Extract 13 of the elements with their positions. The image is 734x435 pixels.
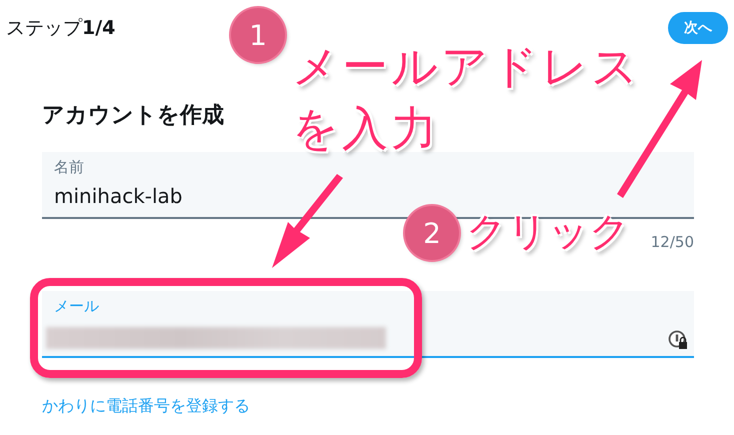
character-counter: 12/50: [650, 233, 694, 251]
field-label: メール: [54, 297, 100, 317]
field-value: minihack-lab: [54, 184, 184, 208]
next-button[interactable]: 次へ: [668, 12, 728, 44]
phone-link[interactable]: かわりに電話番号を登録する: [42, 396, 250, 417]
step-badge: 2: [405, 206, 459, 260]
input-field[interactable]: メール: [42, 291, 694, 358]
step-badge: 1: [231, 8, 285, 62]
annotation-text: メールアドレス: [292, 38, 641, 95]
page-title: アカウントを作成: [42, 102, 224, 130]
step-indicator: ステップ1/4: [6, 16, 116, 41]
field-label: 名前: [54, 158, 85, 178]
password-manager-icon[interactable]: [668, 330, 688, 350]
